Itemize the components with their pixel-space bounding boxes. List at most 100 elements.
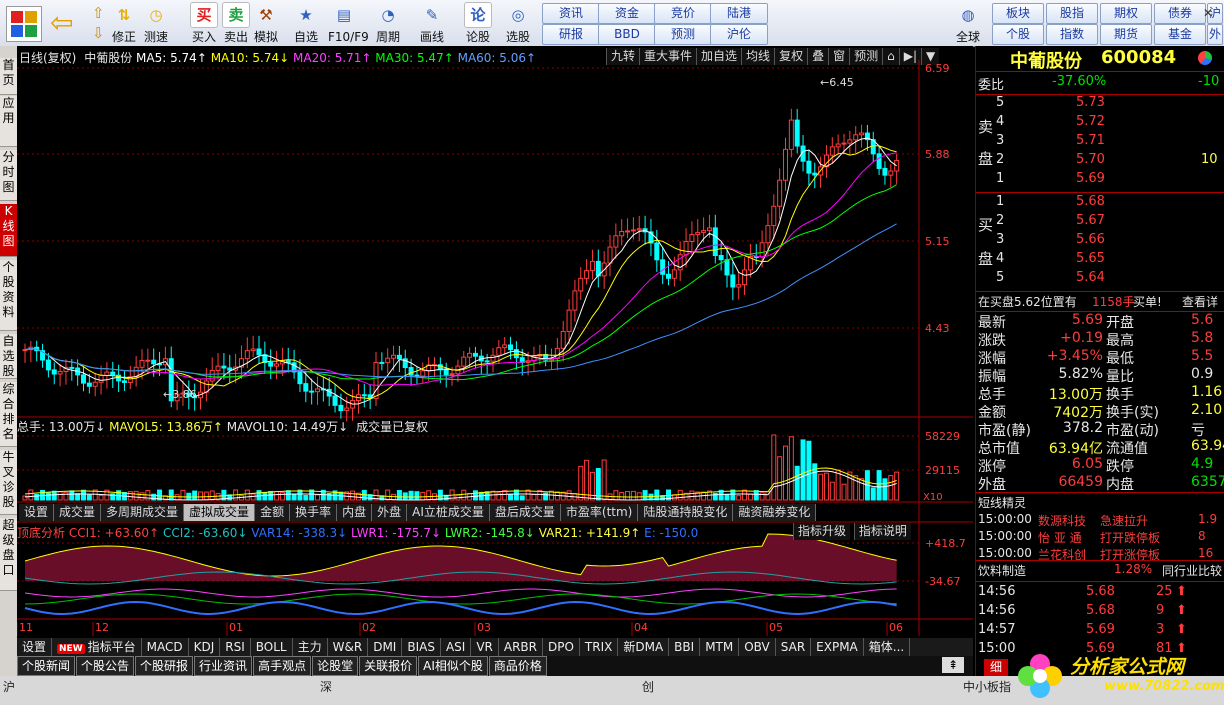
status-zxb[interactable]: 中小板指 — [963, 678, 1011, 695]
bottom-tab-1[interactable]: NEW 指标平台 — [52, 638, 142, 656]
fine-tab[interactable]: 细 — [984, 659, 1008, 676]
left-tab-6[interactable]: 综合排名 — [0, 382, 17, 447]
news-tab-8[interactable]: 商品价格 — [488, 656, 547, 676]
bottom-tab-10[interactable]: ASI — [441, 638, 472, 656]
sell-row[interactable]: 4 5.72 — [976, 114, 1224, 134]
volume-tab-1[interactable]: 成交量 — [54, 504, 102, 521]
bottom-tab-19[interactable]: SAR — [776, 638, 812, 656]
discuss-button[interactable]: 论论股 — [462, 2, 494, 44]
left-tab-8[interactable]: 超级盘口 — [0, 518, 17, 591]
bottom-tab-5[interactable]: BOLL — [251, 638, 293, 656]
volume-tab-2[interactable]: 多周期成交量 — [101, 504, 185, 521]
bottom-tab-4[interactable]: RSI — [220, 638, 251, 656]
buy-button[interactable]: 买买入 — [188, 2, 220, 44]
bottom-tab-16[interactable]: BBI — [669, 638, 701, 656]
bottom-tab-14[interactable]: TRIX — [580, 638, 619, 656]
news-tab-6[interactable]: 关联报价 — [359, 656, 418, 676]
left-tab-3[interactable]: K线图 — [0, 204, 17, 257]
bottom-tab-17[interactable]: MTM — [700, 638, 740, 656]
news-tab-3[interactable]: 行业资讯 — [194, 656, 253, 676]
bottom-tab-12[interactable]: ARBR — [499, 638, 543, 656]
kline-svg[interactable]: 6.59 5.88 5.15 4.43 58229 29115 X10 +418.7 -34.6… — [17, 46, 973, 666]
bottom-tab-13[interactable]: DPO — [543, 638, 580, 656]
indicator-upgrade-button[interactable]: 指标升级 — [793, 523, 851, 540]
news-tab-7[interactable]: AI相似个股 — [418, 656, 488, 676]
volume-tab-11[interactable]: 陆股通持股变化 — [638, 504, 734, 521]
toolbar-close-icon[interactable]: ✕ — [1203, 6, 1217, 20]
star-button[interactable]: ★ 自选 — [290, 2, 322, 44]
pie-chart-icon[interactable] — [1198, 51, 1212, 65]
nav-1-top-button[interactable]: 资金 — [598, 3, 656, 24]
volume-tab-6[interactable]: 内盘 — [337, 504, 373, 521]
volume-tab-10[interactable]: 市盈率(ttm) — [560, 504, 639, 521]
nav-0-bottom-button[interactable]: 研报 — [542, 24, 600, 45]
left-tab-0[interactable]: 首页 — [0, 58, 17, 95]
bottom-tab-11[interactable]: VR — [471, 638, 499, 656]
nav-0-top-button[interactable]: 资讯 — [542, 3, 600, 24]
sell-button[interactable]: 卖卖出 — [220, 2, 252, 44]
left-tab-4[interactable]: 个股资料 — [0, 260, 17, 331]
left-tab-2[interactable]: 分时图 — [0, 150, 17, 201]
market-2-bottom-button[interactable]: 期货 — [1100, 24, 1152, 45]
scroll-top-button[interactable]: ⇞ — [942, 657, 964, 673]
bottom-tab-15[interactable]: 新DMA — [618, 638, 670, 656]
up-down-arrows-button[interactable]: ⇅ 修正 — [108, 2, 140, 44]
stock-select-button[interactable]: ◎ 选股 — [502, 2, 534, 44]
left-tab-5[interactable]: 自选股 — [0, 334, 17, 379]
far-right-bottom-button[interactable]: 外 — [1207, 24, 1223, 45]
bottom-tab-9[interactable]: BIAS — [402, 638, 441, 656]
view-detail-link[interactable]: 查看详 — [1182, 293, 1218, 310]
bottom-tab-2[interactable]: MACD — [142, 638, 189, 656]
market-0-top-button[interactable]: 板块 — [992, 3, 1044, 24]
left-tab-7[interactable]: 牛叉诊股 — [0, 450, 17, 515]
volume-tab-5[interactable]: 换手率 — [290, 504, 338, 521]
market-3-bottom-button[interactable]: 基金 — [1154, 24, 1206, 45]
cycle-button[interactable]: ◔ 周期 — [372, 2, 404, 44]
nav-2-top-button[interactable]: 竞价 — [654, 3, 712, 24]
volume-tab-9[interactable]: 盘后成交量 — [489, 504, 561, 521]
bottom-tab-18[interactable]: OBV — [739, 638, 776, 656]
sell-row[interactable]: 1 5.69 — [976, 171, 1224, 191]
kline-chart-area[interactable]: 日线(复权) 中葡股份 MA5: 5.74↑ MA10: 5.74↓ MA20:… — [17, 46, 973, 666]
volume-tab-4[interactable]: 金额 — [255, 504, 291, 521]
indicator-help-button[interactable]: 指标说明 — [853, 523, 911, 540]
bottom-tab-0[interactable]: 设置 — [17, 638, 53, 656]
nav-2-bottom-button[interactable]: 预测 — [654, 24, 712, 45]
status-cy[interactable]: 创 — [642, 678, 654, 695]
volume-tab-0[interactable]: 设置 — [19, 504, 55, 521]
back-arrow-icon[interactable]: ⇦ — [50, 8, 80, 38]
speed-clock-button[interactable]: ◷ 测速 — [140, 2, 172, 44]
bottom-tab-8[interactable]: DMI — [368, 638, 403, 656]
status-sz[interactable]: 深 — [320, 678, 332, 695]
market-1-bottom-button[interactable]: 指数 — [1046, 24, 1098, 45]
nav-1-bottom-button[interactable]: BBD — [598, 24, 656, 45]
buy-row[interactable]: 3 5.66 — [976, 232, 1224, 252]
bottom-tab-7[interactable]: W&R — [328, 638, 369, 656]
pen-button[interactable]: ✎ 画线 — [416, 2, 448, 44]
volume-tab-12[interactable]: 融资融券变化 — [733, 504, 817, 521]
buy-row[interactable]: 4 5.65 — [976, 251, 1224, 271]
status-sh[interactable]: 沪 — [3, 678, 15, 695]
volume-tab-3[interactable]: 虚拟成交量 — [184, 504, 256, 521]
bottom-tab-6[interactable]: 主力 — [293, 638, 328, 656]
bottom-tab-20[interactable]: EXPMA — [811, 638, 864, 656]
market-0-bottom-button[interactable]: 个股 — [992, 24, 1044, 45]
news-tab-0[interactable]: 个股新闻 — [17, 656, 76, 676]
market-3-top-button[interactable]: 债券 — [1154, 3, 1206, 24]
market-2-top-button[interactable]: 期权 — [1100, 3, 1152, 24]
hammer-button[interactable]: ⚒ 模拟 — [250, 2, 282, 44]
nav-3-top-button[interactable]: 陆港 — [710, 3, 768, 24]
news-tab-4[interactable]: 高手观点 — [253, 656, 312, 676]
sell-row[interactable]: 5 5.73 — [976, 95, 1224, 115]
buy-row[interactable]: 2 5.67 — [976, 213, 1224, 233]
nav-3-bottom-button[interactable]: 沪伦 — [710, 24, 768, 45]
bottom-tab-21[interactable]: 箱体... — [864, 638, 911, 656]
bottom-tab-3[interactable]: KDJ — [189, 638, 221, 656]
volume-tab-8[interactable]: AI立桩成交量 — [407, 504, 490, 521]
sell-row[interactable]: 2 5.70 10 — [976, 152, 1224, 172]
sell-row[interactable]: 3 5.71 — [976, 133, 1224, 153]
left-tab-1[interactable]: 应用 — [0, 96, 17, 147]
news-tab-1[interactable]: 个股公告 — [76, 656, 135, 676]
news-tab-5[interactable]: 论股堂 — [312, 656, 359, 676]
buy-row[interactable]: 1 5.68 — [976, 194, 1224, 214]
